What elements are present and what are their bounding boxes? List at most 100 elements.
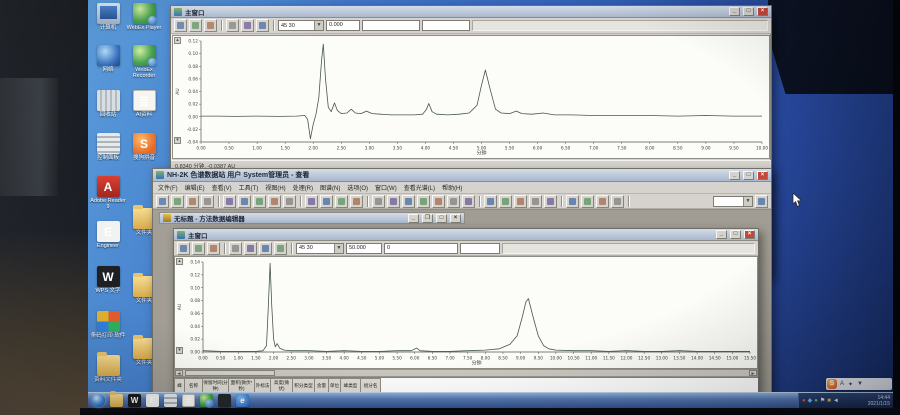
- taskbar-item-webex-app[interactable]: [200, 394, 214, 408]
- chromatogram-top[interactable]: -0.04-0.020.000.020.040.060.080.100.120.…: [173, 36, 769, 157]
- menu-item[interactable]: 编辑(E): [185, 183, 205, 192]
- table-header-cell[interactable]: 含量: [314, 378, 329, 393]
- table-header-cell[interactable]: 面积(微伏*秒): [228, 378, 255, 393]
- table-header-cell[interactable]: 保留时间(分钟): [202, 378, 229, 393]
- scale-field[interactable]: 0.000: [326, 20, 360, 31]
- ime-language-bar[interactable]: S A ✦ ▼: [826, 378, 892, 390]
- chevron-down-icon[interactable]: ▼: [743, 196, 752, 206]
- zoom-out-button[interactable]: [335, 194, 348, 208]
- calibration-button[interactable]: [447, 194, 460, 208]
- annotate-button[interactable]: [274, 241, 287, 255]
- maximize-button[interactable]: □: [743, 170, 754, 180]
- horizontal-scrollbar[interactable]: ◄ ►: [174, 369, 758, 377]
- axis-collapse-icon[interactable]: ▾: [176, 347, 183, 354]
- table-header-cell[interactable]: 名称: [184, 378, 203, 393]
- sogou-icon[interactable]: S: [827, 379, 837, 389]
- table-header-cell[interactable]: 高度(微伏): [270, 378, 293, 393]
- table-view-button[interactable]: [499, 194, 512, 208]
- copy-image-button[interactable]: [229, 241, 242, 255]
- menu-item[interactable]: 查看光谱(L): [404, 183, 435, 192]
- scale-field[interactable]: 50.000: [346, 242, 382, 254]
- help-button[interactable]: [611, 194, 624, 208]
- table-header-cell[interactable]: 单位: [328, 378, 341, 393]
- open-data-button[interactable]: [174, 19, 187, 32]
- undo-button[interactable]: [283, 194, 296, 208]
- cascade-windows-button[interactable]: [596, 194, 609, 208]
- baseline-button[interactable]: [402, 194, 415, 208]
- menu-item[interactable]: 视图(H): [265, 183, 285, 192]
- taskbar-item-document-app[interactable]: ≣: [182, 394, 195, 407]
- taskbar-item-control-panel-app[interactable]: [164, 394, 177, 407]
- ime-button[interactable]: ✦: [846, 381, 855, 388]
- desktop-icon-sogou-pinyin[interactable]: S 搜狗拼音: [126, 133, 162, 161]
- taskbar-item-explorer-folder[interactable]: [110, 391, 123, 407]
- maximize-button[interactable]: □: [743, 7, 754, 16]
- desktop-icon-my-computer[interactable]: 计算机: [90, 3, 126, 31]
- zoom-in-button[interactable]: [320, 194, 333, 208]
- desktop-icon-webex-recorder[interactable]: WebEx Recorder: [126, 45, 162, 80]
- copy-button[interactable]: [253, 194, 266, 208]
- start-button[interactable]: [92, 394, 105, 407]
- taskbar-item-workstation-app[interactable]: [218, 394, 231, 407]
- taskbar-item-internet-explorer[interactable]: e: [236, 394, 249, 407]
- menu-item[interactable]: 工具(T): [239, 183, 259, 192]
- window-top-titlebar[interactable]: 主窗口 _ □ ×: [171, 6, 771, 18]
- table-header-cell[interactable]: 积分类型: [292, 378, 315, 393]
- taskbar-item-engineer-app[interactable]: E: [146, 394, 159, 407]
- redo-button[interactable]: [305, 194, 318, 208]
- minimize-button[interactable]: _: [729, 7, 740, 16]
- spectrum-button[interactable]: [514, 194, 527, 208]
- scroll-left-icon[interactable]: ◄: [175, 370, 183, 377]
- tile-windows-button[interactable]: [581, 194, 594, 208]
- 3d-view-button[interactable]: [544, 194, 557, 208]
- save-button[interactable]: [186, 194, 199, 208]
- maximize-button[interactable]: □: [730, 230, 741, 239]
- full-scale-button[interactable]: [259, 241, 272, 255]
- desktop-icon-recycle-bin[interactable]: 回收站: [90, 90, 126, 118]
- menu-item[interactable]: 帮助(H): [442, 183, 462, 192]
- zoom-full-button[interactable]: [350, 194, 363, 208]
- table-header-cell[interactable]: 峰: [174, 378, 185, 393]
- overlay-button[interactable]: [372, 194, 385, 208]
- menu-item[interactable]: 查看(V): [212, 183, 232, 192]
- report-button[interactable]: [484, 194, 497, 208]
- stack-button[interactable]: [387, 194, 400, 208]
- open-data-button[interactable]: [177, 241, 190, 255]
- zoom-mode-button[interactable]: [226, 19, 239, 32]
- taskbar-item-wps-writer[interactable]: W: [128, 394, 141, 407]
- channel-select[interactable]: 45 30 ▼: [278, 20, 324, 31]
- table-header-cell[interactable]: 组分名: [360, 378, 381, 393]
- view-select[interactable]: ▼: [713, 195, 753, 207]
- go-button[interactable]: [755, 194, 768, 208]
- ime-button[interactable]: ▼: [855, 381, 865, 388]
- close-button[interactable]: ×: [757, 170, 768, 180]
- chromatogram-main[interactable]: 0.000.020.040.060.080.100.120.140.00 0.50…: [175, 257, 757, 367]
- scrollbar-thumb[interactable]: [185, 370, 275, 376]
- menu-item[interactable]: 文件(F): [158, 183, 178, 192]
- print-button[interactable]: [201, 194, 214, 208]
- minimize-button[interactable]: _: [729, 170, 740, 180]
- chevron-down-icon[interactable]: ▼: [334, 243, 343, 253]
- tray-security-status-icon[interactable]: ●: [814, 398, 818, 404]
- desktop-icon-data-folder[interactable]: 资料文件夹: [90, 352, 126, 383]
- peaks-button[interactable]: [432, 194, 445, 208]
- time-field[interactable]: [362, 20, 420, 31]
- zoom-mode-button[interactable]: [244, 241, 257, 255]
- time-field[interactable]: 0: [384, 242, 458, 254]
- save-data-button[interactable]: [192, 241, 205, 255]
- axis-collapse-icon[interactable]: ▾: [174, 137, 181, 144]
- restore-button[interactable]: ❐: [422, 213, 433, 223]
- close-button[interactable]: ×: [450, 213, 461, 223]
- open-button[interactable]: [171, 194, 184, 208]
- value-field[interactable]: [422, 20, 470, 31]
- tray-ime-indicator-icon[interactable]: ●: [802, 398, 806, 404]
- child-untitled-titlebar[interactable]: 无标题 - 方法数据编辑器 _ ❐ □ ×: [159, 212, 465, 224]
- axis-expand-icon[interactable]: ▴: [174, 37, 181, 44]
- minimize-button[interactable]: _: [716, 230, 727, 239]
- maximize-button[interactable]: □: [436, 213, 447, 223]
- value-field[interactable]: [460, 242, 500, 254]
- quantify-button[interactable]: [462, 194, 475, 208]
- app-titlebar[interactable]: NH-2K 色谱数据站 用户 System管理员 - 查看 _ □ ×: [153, 169, 771, 182]
- tray-action-flag-icon[interactable]: ⚑: [820, 398, 825, 404]
- close-button[interactable]: ×: [757, 7, 768, 16]
